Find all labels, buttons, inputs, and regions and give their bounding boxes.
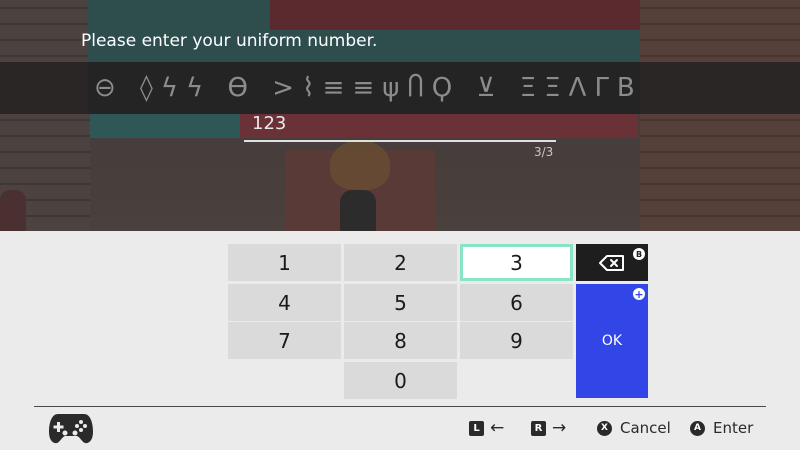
brick-wall-right	[640, 0, 800, 231]
banner-stripe-teal	[90, 114, 240, 138]
key-5[interactable]: 5	[344, 284, 457, 321]
number-input-value[interactable]: 123	[252, 113, 286, 134]
b-button-badge: B	[633, 248, 645, 260]
right-arrow-icon: →	[552, 418, 567, 438]
l-button-icon: L	[469, 420, 484, 436]
controller-icon	[49, 414, 93, 444]
hint-move-right[interactable]: R →	[531, 418, 567, 438]
key-9[interactable]: 9	[460, 322, 573, 359]
hint-cancel[interactable]: X Cancel	[597, 419, 671, 437]
hint-move-left[interactable]: L ←	[469, 418, 505, 438]
prompt-text: Please enter your uniform number.	[81, 31, 378, 51]
rune-banner-text: ⊖ ◊ϟϟ ϴ >⌇≡≡ψႶϘ ⊻ ΞΞΛΓΒΞ ◊	[88, 62, 640, 114]
footer-divider	[34, 406, 766, 407]
key-0[interactable]: 0	[344, 362, 457, 399]
input-underline	[244, 140, 556, 142]
key-7[interactable]: 7	[228, 322, 341, 359]
plus-button-badge: +	[633, 287, 645, 301]
key-1[interactable]: 1	[228, 244, 341, 281]
backspace-icon	[599, 254, 624, 271]
enter-label: Enter	[713, 419, 754, 437]
key-2[interactable]: 2	[344, 244, 457, 281]
rune-band-left	[0, 62, 90, 114]
key-4[interactable]: 4	[228, 284, 341, 321]
key-6[interactable]: 6	[460, 284, 573, 321]
key-3-selected[interactable]: 3	[460, 244, 573, 281]
hint-enter[interactable]: A Enter	[690, 419, 753, 437]
banner-top-red	[270, 0, 640, 30]
key-8[interactable]: 8	[344, 322, 457, 359]
r-button-icon: R	[531, 420, 546, 436]
gym-emblem	[330, 140, 390, 190]
ok-button[interactable]: OK	[576, 284, 648, 398]
character-figure	[340, 190, 376, 231]
x-button-icon: X	[597, 420, 612, 436]
cancel-label: Cancel	[620, 419, 671, 437]
left-arrow-icon: ←	[490, 418, 505, 438]
character-count: 3/3	[534, 145, 554, 159]
rune-band-right	[640, 62, 800, 114]
a-button-icon: A	[690, 420, 705, 436]
character-figure-left	[0, 190, 26, 231]
